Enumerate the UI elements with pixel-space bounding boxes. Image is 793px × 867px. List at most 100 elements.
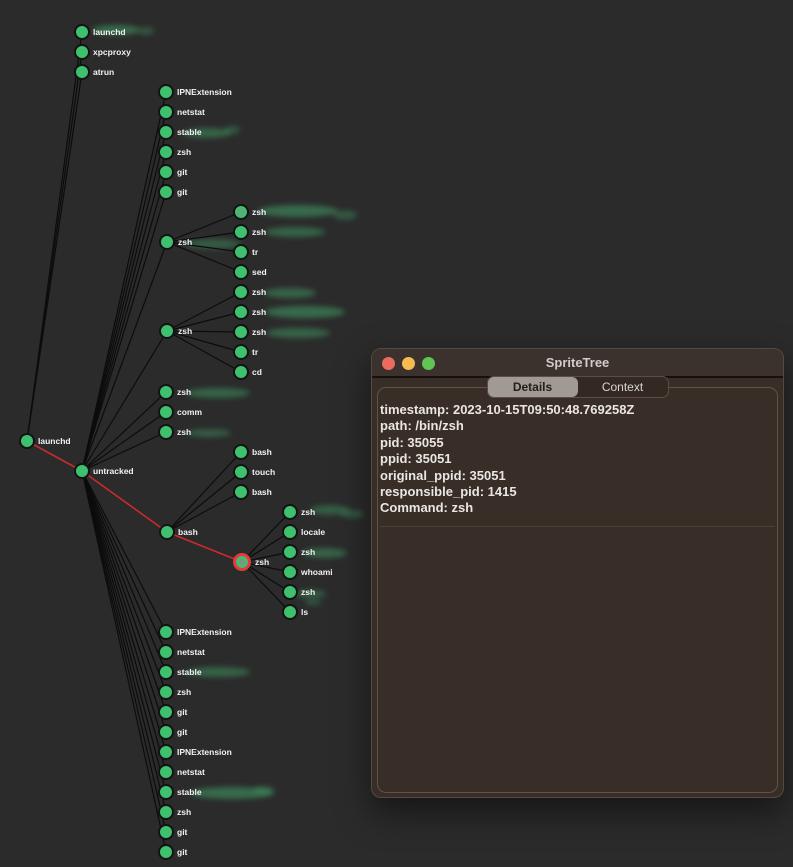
process-label: IPNExtension: [177, 627, 232, 637]
process-label: zsh: [252, 287, 266, 297]
process-node-bash[interactable]: bash: [234, 445, 272, 459]
process-label: launchd: [93, 27, 126, 37]
process-node-zsh[interactable]: zsh: [234, 325, 266, 339]
process-label: tr: [252, 347, 259, 357]
tree-edge: [82, 331, 167, 471]
process-node-tr[interactable]: tr: [234, 245, 259, 259]
process-node-sed[interactable]: sed: [234, 265, 267, 279]
process-node-tr[interactable]: tr: [234, 345, 259, 359]
process-node-stable[interactable]: stable: [159, 785, 202, 799]
process-node-launchd[interactable]: launchd: [20, 434, 71, 448]
process-node-netstat[interactable]: netstat: [159, 645, 205, 659]
process-node-xpcproxy[interactable]: xpcproxy: [75, 45, 131, 59]
process-node-atrun[interactable]: atrun: [75, 65, 114, 79]
process-node-netstat[interactable]: netstat: [159, 105, 205, 119]
process-node-bash[interactable]: bash: [234, 485, 272, 499]
process-node-zsh[interactable]: zsh: [159, 805, 191, 819]
process-node-ls[interactable]: ls: [283, 605, 308, 619]
process-label: zsh: [178, 237, 192, 247]
tree-edge: [82, 471, 166, 792]
tree-edge: [167, 331, 241, 372]
details-list: timestamp: 2023-10-15T09:50:48.769258Zpa…: [378, 388, 777, 517]
process-node-locale[interactable]: locale: [283, 525, 325, 539]
detail-line: Command: zsh: [380, 500, 769, 516]
tab-context[interactable]: Context: [578, 377, 668, 397]
process-node-zsh[interactable]: zsh: [234, 225, 266, 239]
process-node-git[interactable]: git: [159, 165, 188, 179]
tree-edge: [82, 471, 166, 732]
tree-edge: [82, 471, 166, 852]
ghost-artifact: [265, 227, 325, 237]
process-node-zsh[interactable]: zsh: [159, 425, 191, 439]
spritetree-app: launchd launchd xpcproxy atrun IPNExtension n…: [0, 0, 793, 867]
process-node-zsh[interactable]: zsh: [283, 505, 315, 519]
detail-line: original_ppid: 35051: [380, 468, 769, 484]
tree-edge: [82, 152, 166, 471]
ghost-artifact: [340, 510, 364, 518]
process-label: launchd: [38, 436, 71, 446]
process-node-zsh[interactable]: zsh: [159, 145, 191, 159]
process-node-zsh[interactable]: zsh: [159, 385, 191, 399]
process-label: git: [177, 827, 188, 837]
process-node-zsh[interactable]: zsh: [159, 685, 191, 699]
process-label: locale: [301, 527, 325, 537]
process-node-zsh[interactable]: zsh: [234, 205, 266, 219]
ghost-artifact: [265, 306, 345, 318]
process-label: zsh: [177, 387, 191, 397]
tree-edge: [167, 452, 241, 532]
process-label: tr: [252, 247, 259, 257]
process-label: netstat: [177, 767, 205, 777]
process-node-zsh[interactable]: zsh: [160, 235, 192, 249]
window-titlebar[interactable]: SpriteTree: [372, 349, 783, 378]
process-label: zsh: [177, 687, 191, 697]
process-node-IPNExtension[interactable]: IPNExtension: [159, 745, 232, 759]
process-label: bash: [252, 447, 272, 457]
process-node-bash[interactable]: bash: [160, 525, 198, 539]
process-node-comm[interactable]: comm: [159, 405, 202, 419]
process-node-git[interactable]: git: [159, 725, 188, 739]
ghost-artifact: [305, 599, 321, 605]
detail-line: responsible_pid: 1415: [380, 484, 769, 500]
tab-details[interactable]: Details: [488, 377, 578, 397]
process-node-zsh[interactable]: zsh: [234, 305, 266, 319]
process-label: zsh: [301, 587, 315, 597]
process-label: stable: [177, 787, 202, 797]
process-node-IPNExtension[interactable]: IPNExtension: [159, 625, 232, 639]
process-node-zsh[interactable]: zsh: [234, 285, 266, 299]
tab-bar: Details Context: [487, 376, 669, 398]
process-node-git[interactable]: git: [159, 185, 188, 199]
process-label: git: [177, 167, 188, 177]
process-label: untracked: [93, 466, 134, 476]
process-node-zsh[interactable]: zsh: [283, 545, 315, 559]
process-label: zsh: [177, 807, 191, 817]
process-node-git[interactable]: git: [159, 825, 188, 839]
tree-edge: [82, 471, 166, 712]
tree-edge: [82, 112, 166, 471]
detail-line: timestamp: 2023-10-15T09:50:48.769258Z: [380, 402, 769, 418]
tree-edge: [82, 92, 166, 471]
detail-line: path: /bin/zsh: [380, 418, 769, 434]
process-label: zsh: [301, 547, 315, 557]
process-label: sed: [252, 267, 267, 277]
window-title: SpriteTree: [372, 349, 783, 378]
selected-node-dot: [239, 559, 245, 565]
process-node-whoami[interactable]: whoami: [283, 565, 333, 579]
process-node-IPNExtension[interactable]: IPNExtension: [159, 85, 232, 99]
process-node-zsh[interactable]: zsh: [235, 555, 270, 570]
process-node-stable[interactable]: stable: [159, 665, 202, 679]
process-node-cd[interactable]: cd: [234, 365, 262, 379]
tree-edge: [82, 242, 167, 471]
process-node-stable[interactable]: stable: [159, 125, 202, 139]
process-label: IPNExtension: [177, 87, 232, 97]
process-node-touch[interactable]: touch: [234, 465, 275, 479]
process-node-untracked[interactable]: untracked: [75, 464, 134, 478]
tree-edge: [82, 471, 166, 632]
process-node-git[interactable]: git: [159, 705, 188, 719]
process-label: zsh: [178, 326, 192, 336]
detail-line: pid: 35055: [380, 435, 769, 451]
process-node-launchd[interactable]: launchd: [75, 25, 126, 39]
process-node-git[interactable]: git: [159, 845, 188, 859]
row-separator: [380, 526, 775, 527]
process-node-netstat[interactable]: netstat: [159, 765, 205, 779]
ghost-artifact: [266, 328, 330, 338]
